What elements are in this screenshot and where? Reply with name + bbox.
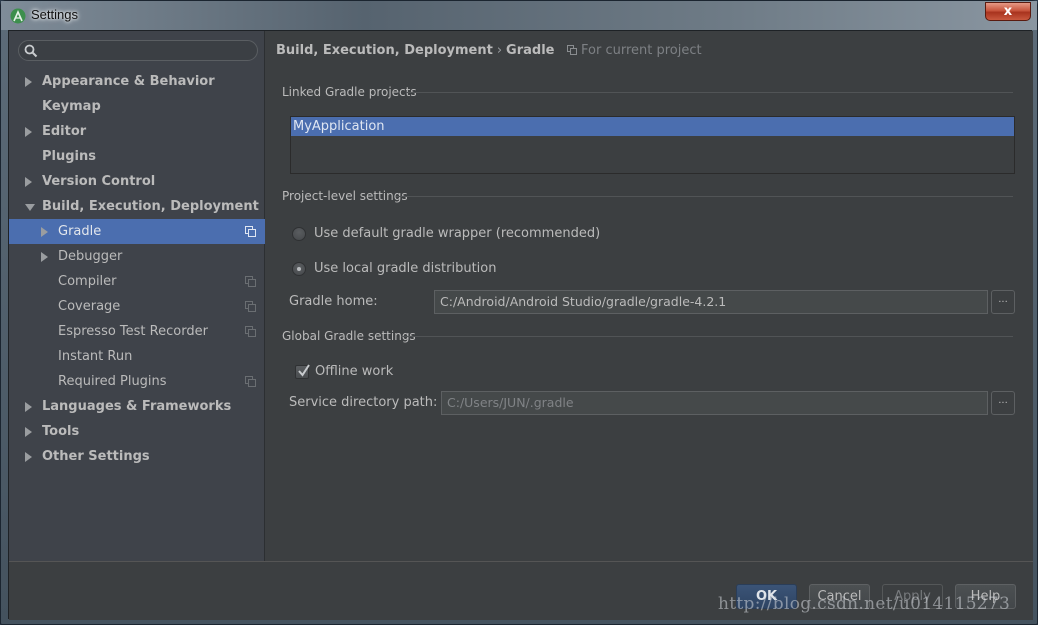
chevron-right-icon[interactable] (41, 227, 48, 237)
sidebar-item-espresso-test-recorder[interactable]: Espresso Test Recorder (9, 319, 265, 344)
watermark: http://blog.csdn.net/u014115273 (718, 594, 1011, 614)
search-icon (24, 44, 38, 58)
search-input[interactable] (18, 40, 258, 61)
breadcrumb-current: Gradle (506, 43, 555, 58)
sidebar-item-label: Tools (42, 424, 80, 439)
radio-button-checked[interactable] (292, 262, 306, 276)
project-scope-icon (245, 376, 256, 387)
gradle-home-field[interactable]: C:/Android/Android Studio/gradle/gradle-… (434, 290, 988, 314)
radio-button[interactable] (292, 227, 306, 241)
sidebar-item-label: Required Plugins (58, 374, 167, 389)
chevron-right-icon[interactable] (25, 402, 32, 412)
gradle-home-label: Gradle home: (289, 294, 378, 309)
linked-projects-list[interactable]: MyApplication (290, 116, 1015, 174)
sidebar-item-label: Editor (42, 124, 87, 139)
global-gradle-settings-title: Global Gradle settings (282, 329, 416, 343)
sidebar-item-debugger[interactable]: Debugger (9, 244, 265, 269)
sidebar-item-gradle[interactable]: Gradle (9, 219, 265, 244)
gradle-settings-panel: Build, Execution, Deployment › Gradle For … (266, 31, 1033, 561)
offline-work-label[interactable]: Offline work (315, 364, 393, 379)
sidebar-item-languages-frameworks[interactable]: Languages & Frameworks (9, 394, 265, 419)
settings-window: Settings x Appearance & Behavior Keymap Ed… (0, 0, 1038, 625)
sidebar-item-version-control[interactable]: Version Control (9, 169, 265, 194)
group-divider (406, 92, 1013, 93)
sidebar-item-label: Languages & Frameworks (42, 399, 232, 414)
sidebar-item-label: Gradle (58, 224, 102, 239)
sidebar-item-appearance-behavior[interactable]: Appearance & Behavior (9, 69, 265, 94)
sidebar-item-label: Debugger (58, 249, 123, 264)
sidebar-item-label: Plugins (42, 149, 96, 164)
close-button[interactable]: x (985, 2, 1031, 21)
checkmark-icon (298, 364, 310, 377)
sidebar-item-build-execution-deployment[interactable]: Build, Execution, Deployment (9, 194, 265, 219)
sidebar-item-label: Compiler (58, 274, 117, 289)
sidebar-item-instant-run[interactable]: Instant Run (9, 344, 265, 369)
sidebar-item-coverage[interactable]: Coverage (9, 294, 265, 319)
sidebar-item-other-settings[interactable]: Other Settings (9, 444, 265, 469)
sidebar-item-tools[interactable]: Tools (9, 419, 265, 444)
breadcrumb-parent[interactable]: Build, Execution, Deployment (276, 43, 493, 58)
project-scope-icon (245, 301, 256, 312)
chevron-down-icon[interactable] (25, 204, 35, 211)
service-directory-browse-button[interactable]: ... (991, 391, 1015, 415)
chevron-right-icon[interactable] (25, 452, 32, 462)
android-studio-icon (10, 8, 26, 24)
sidebar-item-label: Keymap (42, 99, 101, 114)
sidebar-item-plugins[interactable]: Plugins (9, 144, 265, 169)
linked-project-item[interactable]: MyApplication (291, 117, 1014, 136)
group-divider (401, 336, 1013, 337)
sidebar-item-label: Other Settings (42, 449, 150, 464)
sidebar-item-required-plugins[interactable]: Required Plugins (9, 369, 265, 394)
sidebar-item-editor[interactable]: Editor (9, 119, 265, 144)
chevron-right-icon[interactable] (25, 427, 32, 437)
sidebar-item-label: Espresso Test Recorder (58, 324, 208, 339)
window-title: Settings (31, 7, 78, 22)
sidebar-item-label: Coverage (58, 299, 121, 314)
close-icon: x (1003, 4, 1013, 19)
service-directory-field[interactable]: C:/Users/JUN/.gradle (441, 391, 988, 415)
settings-tree: Appearance & Behavior Keymap Editor Plugins… (9, 69, 265, 469)
sidebar-item-label: Instant Run (58, 349, 133, 364)
group-divider (396, 196, 1013, 197)
chevron-right-icon[interactable] (25, 127, 32, 137)
sidebar-item-compiler[interactable]: Compiler (9, 269, 265, 294)
sidebar-item-label: Version Control (42, 174, 156, 189)
scope-text: For current project (581, 43, 702, 58)
breadcrumb-separator: › (496, 43, 503, 58)
project-scope-icon (245, 326, 256, 337)
scope-label: For current project (567, 43, 702, 58)
project-scope-icon (245, 276, 256, 287)
sidebar-item-label: Build, Execution, Deployment (42, 199, 259, 214)
service-directory-label: Service directory path: (289, 395, 438, 410)
linked-projects-title: Linked Gradle projects (282, 85, 417, 99)
breadcrumb: Build, Execution, Deployment › Gradle For … (276, 43, 702, 58)
project-scope-icon (245, 226, 256, 237)
title-bar[interactable]: Settings x (1, 1, 1037, 30)
project-level-settings-title: Project-level settings (282, 189, 408, 203)
offline-work-checkbox[interactable] (295, 364, 310, 379)
radio-label: Use default gradle wrapper (recommended) (314, 226, 601, 241)
sidebar-item-label: Appearance & Behavior (42, 74, 215, 89)
chevron-right-icon[interactable] (25, 77, 32, 87)
sidebar-item-keymap[interactable]: Keymap (9, 94, 265, 119)
gradle-home-browse-button[interactable]: ... (991, 290, 1015, 314)
chevron-right-icon[interactable] (25, 177, 32, 187)
radio-label: Use local gradle distribution (314, 261, 497, 276)
project-scope-icon (567, 45, 577, 55)
chevron-right-icon[interactable] (41, 252, 48, 262)
dialog-client-area: Appearance & Behavior Keymap Editor Plugins… (8, 30, 1033, 620)
settings-sidebar: Appearance & Behavior Keymap Editor Plugins… (9, 31, 265, 561)
